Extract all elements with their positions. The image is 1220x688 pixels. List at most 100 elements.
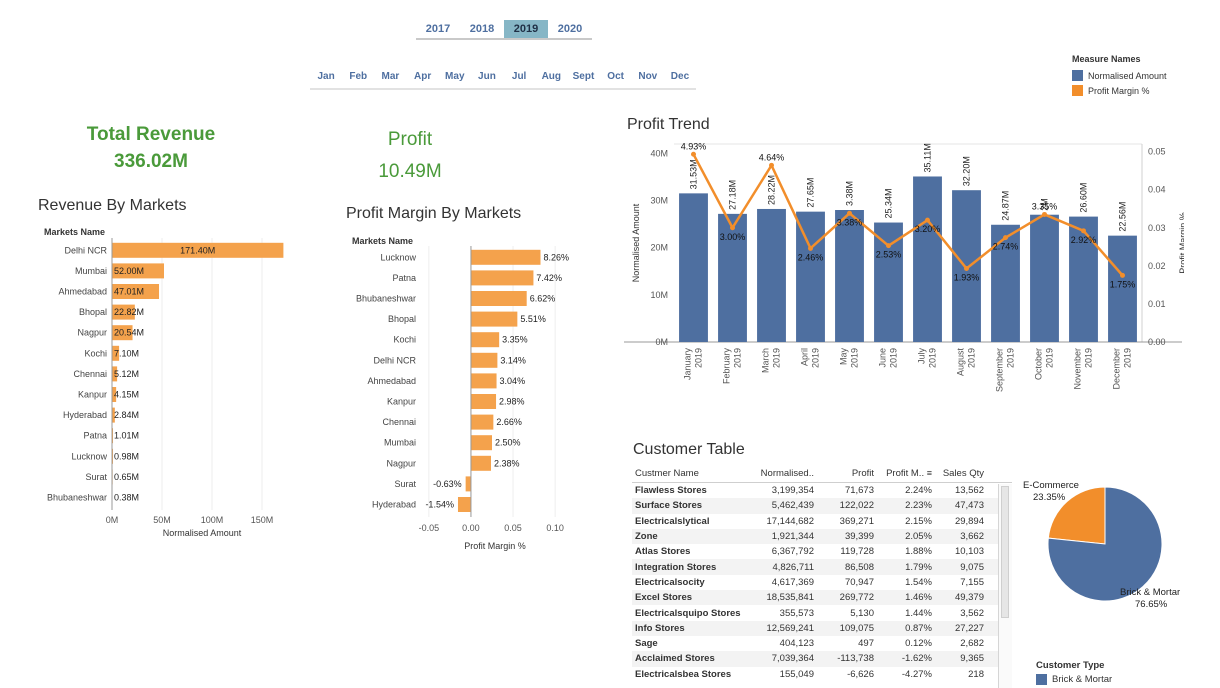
bar-value-label: 5.51% <box>520 314 546 324</box>
month-dec-button[interactable]: Dec <box>664 70 696 88</box>
customer-type-legend: Customer Type Brick & Mortar <box>1036 660 1112 685</box>
table-cell: Excel Stores <box>635 592 693 604</box>
table-cell: 4,617,369 <box>771 576 814 588</box>
bar-value-label: 27.65M <box>806 178 816 208</box>
table-row[interactable]: Electricalslytical 17,144,682 369,271 2.15%… <box>632 514 1012 529</box>
header-profit-margin[interactable]: Profit M.. ≡ <box>874 468 932 482</box>
table-cell: 155,049 <box>779 668 814 680</box>
month-jul-button[interactable]: Jul <box>503 70 535 88</box>
x-tick-label: 2019 <box>811 348 821 368</box>
y-axis-label: Normalised Amount <box>631 203 641 282</box>
table-cell: 0.87% <box>905 622 932 634</box>
table-row[interactable]: Electricalsocity 4,617,369 70,947 1.54% 7,15… <box>632 575 1012 590</box>
month-apr-button[interactable]: Apr <box>407 70 439 88</box>
line-point <box>808 245 813 251</box>
line-value-label: 2.46% <box>798 252 824 262</box>
month-feb-button[interactable]: Feb <box>342 70 374 88</box>
month-sept-button[interactable]: Sept <box>567 70 599 88</box>
header-sales-qty[interactable]: Sales Qty <box>932 468 984 482</box>
table-cell: 13,562 <box>954 485 984 497</box>
category-header: Markets Name <box>44 227 105 237</box>
category-label: Lucknow <box>71 451 107 461</box>
x-tick-label: 2019 <box>928 348 938 368</box>
legend-item-normalised-amount[interactable]: Normalised Amount <box>1072 68 1167 83</box>
x-tick-label: 2019 <box>772 348 782 368</box>
x-tick-label: 0.10 <box>546 523 564 533</box>
month-jun-button[interactable]: Jun <box>471 70 503 88</box>
table-cell: 122,022 <box>839 500 874 512</box>
month-jan-button[interactable]: Jan <box>310 70 342 88</box>
category-label: Hyderabad <box>372 500 416 510</box>
customer-table-scrollbar[interactable] <box>998 484 1012 688</box>
year-2020-button[interactable]: 2020 <box>548 20 592 38</box>
y-tick-label: 20M <box>650 243 668 253</box>
measure-legend-title: Measure Names <box>1072 54 1141 64</box>
y-tick-label: 30M <box>650 196 668 206</box>
table-row[interactable]: Sage 404,123 497 0.12% 2,682 <box>632 636 1012 651</box>
bar-value-label: 2.98% <box>499 397 525 407</box>
category-label: Surat <box>394 479 416 489</box>
line-value-label: 2.53% <box>876 250 902 260</box>
table-cell: -1.62% <box>901 653 932 665</box>
table-row[interactable]: Zone 1,921,344 39,399 2.05% 3,662 <box>632 528 1012 545</box>
year-2019-button[interactable]: 2019 <box>504 20 548 38</box>
pie-label-value: 23.35% <box>1033 492 1066 503</box>
table-row[interactable]: Flawless Stores 3,199,354 71,673 2.24% 13,56… <box>632 483 1012 498</box>
table-cell: Electricalsocity <box>635 576 705 588</box>
table-cell: 1.88% <box>905 546 932 558</box>
x-tick-label: January <box>683 348 693 381</box>
legend-item-brick-mortar[interactable]: Brick & Mortar <box>1036 674 1112 685</box>
table-row[interactable]: Electricalsbea Stores 155,049 -6,626 -4.27%… <box>632 667 1012 682</box>
line-point <box>886 243 891 249</box>
table-row[interactable]: Info Stores 12,569,241 109,075 0.87% 27,227 <box>632 620 1012 636</box>
customer-table-body: Flawless Stores 3,199,354 71,673 2.24% 13,56… <box>632 483 1012 682</box>
table-cell: Info Stores <box>635 622 685 634</box>
month-oct-button[interactable]: Oct <box>600 70 632 88</box>
x-tick-label: 2019 <box>1123 348 1133 368</box>
header-customer-name[interactable]: Custmer Name <box>632 468 750 482</box>
month-mar-button[interactable]: Mar <box>374 70 406 88</box>
bar-value-label: 7.10M <box>114 348 139 358</box>
category-label: Kochi <box>393 335 416 345</box>
pie-label-name: Brick & Mortar <box>1120 587 1180 598</box>
table-row[interactable]: Atlas Stores 6,367,792 119,728 1.88% 10,103 <box>632 544 1012 559</box>
table-cell: 109,075 <box>839 622 874 634</box>
month-aug-button[interactable]: Aug <box>535 70 567 88</box>
table-row[interactable]: Excel Stores 18,535,841 269,772 1.46% 49,379 <box>632 590 1012 606</box>
line-point <box>730 225 735 231</box>
table-cell: 1.79% <box>905 561 932 573</box>
customer-table: Custmer Name Normalised.. Profit Profit … <box>632 468 1012 688</box>
header-normalised[interactable]: Normalised.. <box>750 468 814 482</box>
table-row[interactable]: Acclaimed Stores 7,039,364 -113,738 -1.62% 9… <box>632 651 1012 667</box>
bar-value-label: 1.01M <box>114 431 139 441</box>
table-cell: -113,738 <box>837 653 874 665</box>
line-point <box>925 217 930 223</box>
bar-value-label: 24.87M <box>1001 191 1011 221</box>
legend-item-profit-margin[interactable]: Profit Margin % <box>1072 83 1167 98</box>
category-label: Mumbai <box>384 438 416 448</box>
bar-value-label: 27.18M <box>728 180 738 210</box>
x-tick-label: 0.00 <box>462 523 480 533</box>
month-nov-button[interactable]: Nov <box>632 70 664 88</box>
month-filter: Jan Feb Mar Apr May Jun Jul Aug Sept Oct… <box>310 70 696 90</box>
table-row[interactable]: Electricalsquipo Stores 355,573 5,130 1.44%… <box>632 605 1012 620</box>
month-may-button[interactable]: May <box>439 70 471 88</box>
bar <box>796 211 825 342</box>
bar-value-label: 3.04% <box>500 376 526 386</box>
line-value-label: 1.75% <box>1110 279 1136 289</box>
bar <box>913 176 942 342</box>
table-row[interactable]: Integration Stores 4,826,711 86,508 1.79% 9,… <box>632 559 1012 575</box>
year-2017-button[interactable]: 2017 <box>416 20 460 38</box>
x-axis-label: Profit Margin % <box>464 541 526 551</box>
x-tick-label: August <box>956 348 966 377</box>
bar-value-label: -1.54% <box>425 500 454 510</box>
revenue-by-markets-title: Revenue By Markets <box>38 197 187 214</box>
year-2018-button[interactable]: 2018 <box>460 20 504 38</box>
table-row[interactable]: Surface Stores 5,462,439 122,022 2.23% 47,47… <box>632 498 1012 514</box>
line-value-label: 3.00% <box>720 232 746 242</box>
bar-value-label: 2.66% <box>496 417 522 427</box>
scrollbar-thumb[interactable] <box>1001 486 1009 618</box>
header-profit[interactable]: Profit <box>814 468 874 482</box>
legend-label: Brick & Mortar <box>1052 674 1113 685</box>
y-tick-label: 0M <box>655 337 668 347</box>
